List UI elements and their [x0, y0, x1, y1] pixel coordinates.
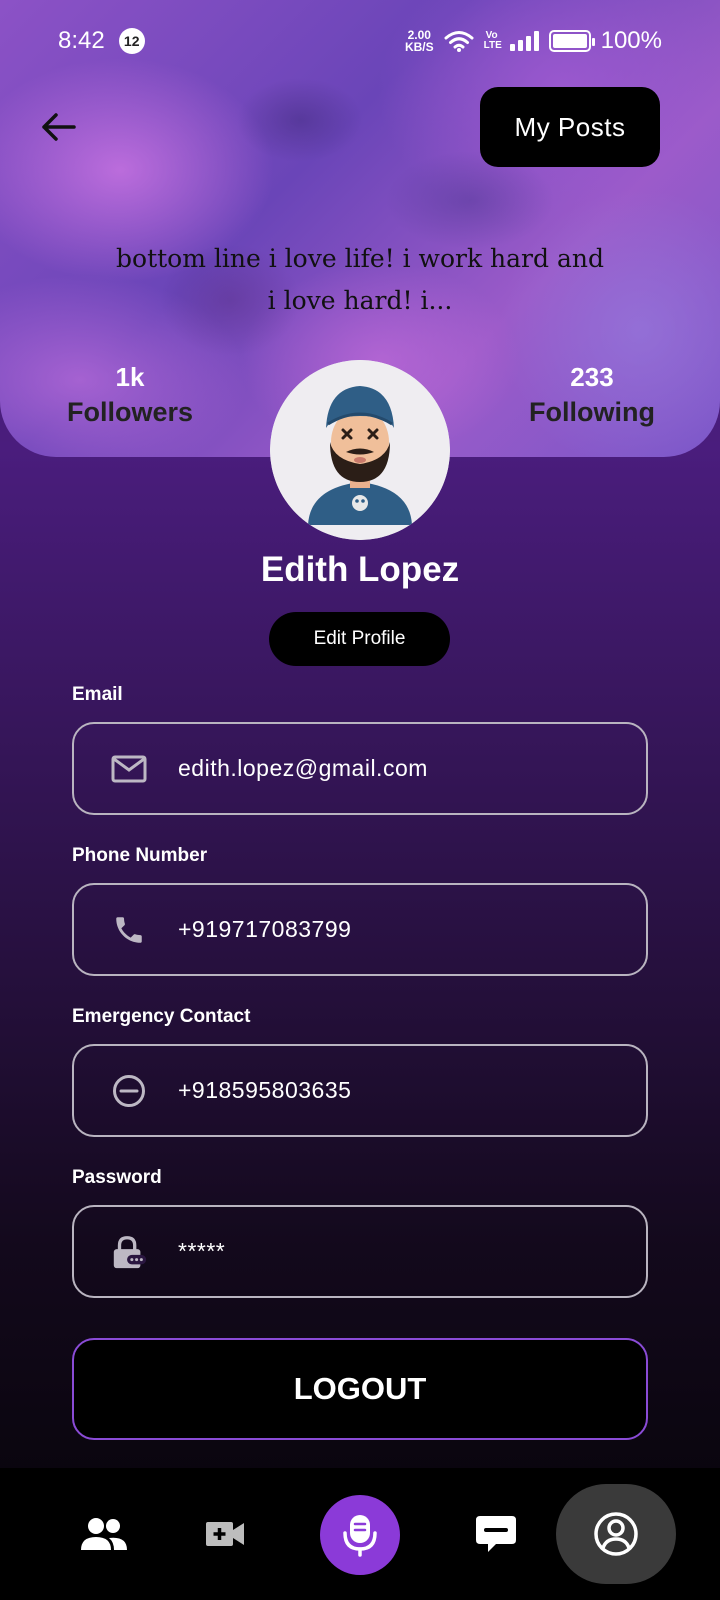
- followers-label: Followers: [66, 397, 194, 427]
- status-right: 2.00 KB/S Vo LTE 100%: [405, 27, 662, 55]
- following-label: Following: [529, 397, 655, 427]
- following-count: 233: [570, 362, 614, 392]
- mic-icon: [343, 1515, 377, 1557]
- battery-percent: 100%: [600, 27, 662, 54]
- nav-mic-button[interactable]: [320, 1495, 400, 1575]
- battery-icon: [548, 30, 595, 52]
- signal-icon: [509, 31, 539, 51]
- back-button[interactable]: [36, 105, 80, 149]
- profile-name: Edith Lopez: [260, 550, 460, 589]
- minus-circle-icon: [110, 1072, 148, 1110]
- emergency-contact-value: +918595803635: [178, 1077, 352, 1103]
- password-label: Password: [72, 1167, 162, 1188]
- net-speed-unit: KB/S: [404, 40, 434, 54]
- status-left: 8:42 12: [58, 27, 145, 55]
- status-bar: 8:42 12 2.00 KB/S Vo LTE 100%: [0, 0, 720, 82]
- nav-video-button[interactable]: [200, 1508, 250, 1560]
- phone-field[interactable]: +919717083799: [72, 883, 648, 976]
- my-posts-button[interactable]: My Posts: [480, 87, 660, 167]
- nav-people-button[interactable]: [76, 1508, 132, 1560]
- following-stat[interactable]: 233 Following: [512, 362, 672, 428]
- lock-icon: [110, 1233, 148, 1271]
- mail-icon: [110, 750, 148, 788]
- people-icon: [81, 1518, 127, 1550]
- phone-icon: [110, 911, 148, 949]
- nav-profile-button[interactable]: [556, 1484, 676, 1584]
- password-value: *****: [178, 1238, 226, 1264]
- notification-count-badge: 12: [118, 28, 145, 54]
- avatar-illustration: [270, 360, 450, 540]
- phone-label: Phone Number: [72, 845, 208, 866]
- phone-value: +919717083799: [178, 916, 352, 942]
- password-field[interactable]: *****: [72, 1205, 648, 1298]
- profile-icon: [594, 1512, 638, 1556]
- followers-count: 1k: [115, 362, 145, 392]
- followers-stat[interactable]: 1k Followers: [50, 362, 210, 428]
- emergency-contact-label: Emergency Contact: [72, 1006, 251, 1027]
- video-add-icon: [206, 1522, 244, 1546]
- profile-bio: bottom line i love life! i work hard and…: [116, 244, 604, 315]
- arrow-left-icon: [42, 113, 76, 141]
- email-label: Email: [72, 684, 123, 705]
- status-time: 8:42: [58, 27, 105, 54]
- chat-icon: [476, 1516, 516, 1552]
- volte-indicator: Vo LTE: [483, 30, 502, 51]
- avatar: [270, 360, 450, 540]
- net-speed: 2.00 KB/S: [405, 29, 434, 53]
- nav-chat-button[interactable]: [470, 1508, 522, 1560]
- wifi-icon: [444, 31, 474, 52]
- email-field[interactable]: edith.lopez@gmail.com: [72, 722, 648, 815]
- logout-button[interactable]: LOGOUT: [72, 1338, 648, 1440]
- emergency-contact-field[interactable]: +918595803635: [72, 1044, 648, 1137]
- email-value: edith.lopez@gmail.com: [178, 755, 428, 781]
- edit-profile-button[interactable]: Edit Profile: [269, 612, 450, 666]
